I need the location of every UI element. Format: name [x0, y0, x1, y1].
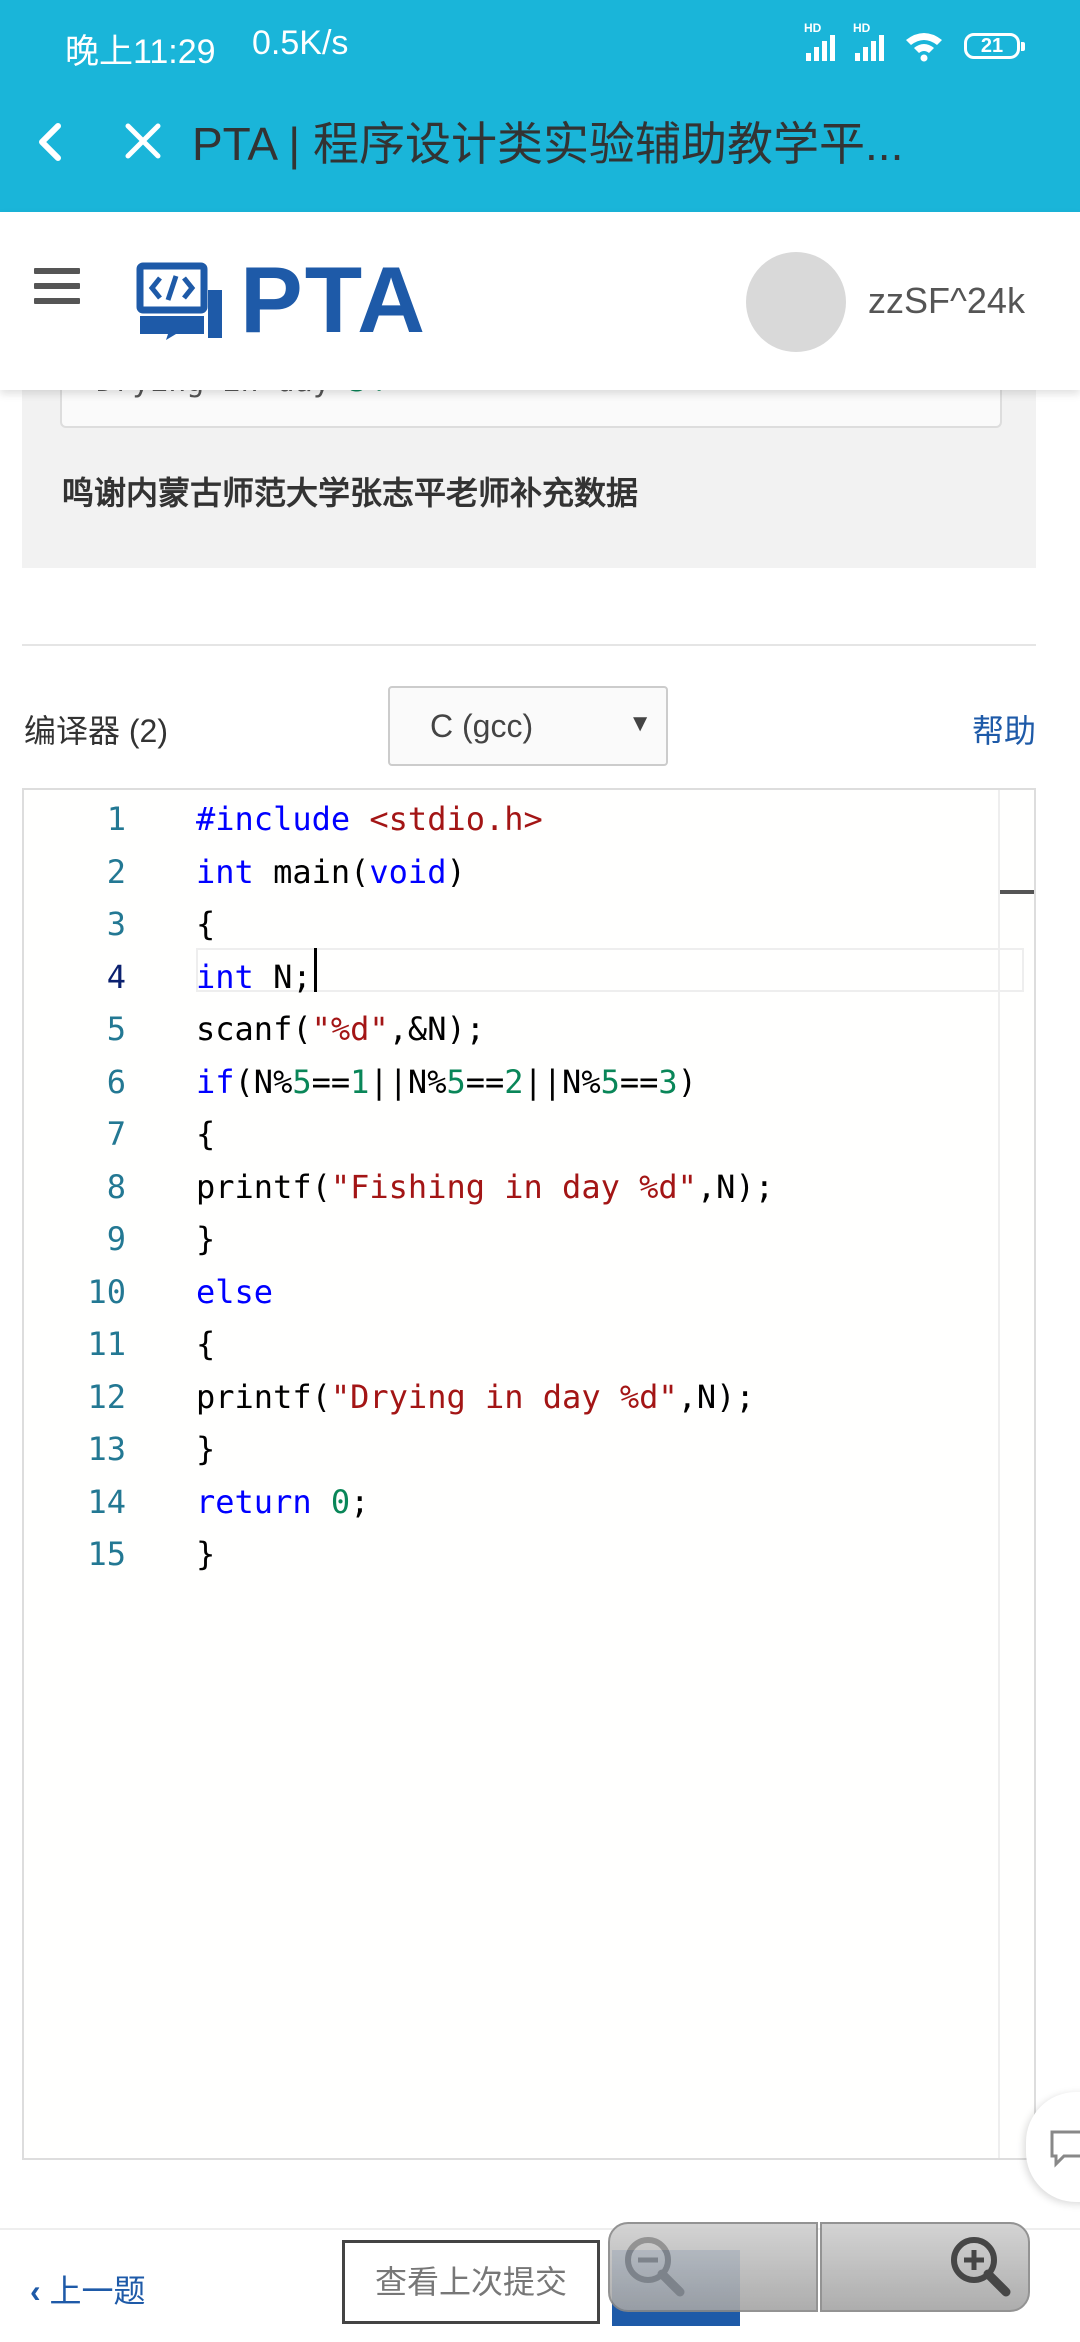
signal-icon-2: HD — [853, 21, 884, 61]
site-logo[interactable]: PTA — [136, 247, 428, 352]
overview-ruler-marker — [1000, 890, 1034, 894]
zoom-in-icon — [951, 2237, 1011, 2297]
code-line[interactable]: printf("Drying in day %d",N); — [196, 1378, 755, 1416]
line-number: 15 — [87, 1535, 126, 1573]
status-time: 晚上11:29 — [65, 33, 216, 71]
line-number: 1 — [106, 800, 126, 838]
code-line[interactable]: printf("Fishing in day %d",N); — [196, 1168, 774, 1206]
signal-hd-label: HD — [804, 21, 822, 35]
line-number: 13 — [87, 1430, 126, 1468]
line-number: 9 — [106, 1220, 126, 1258]
compiler-select[interactable]: C (gcc) ▼ — [388, 686, 668, 766]
view-last-submission-button[interactable]: 查看上次提交 — [342, 2240, 600, 2324]
line-number: 3 — [106, 905, 126, 943]
code-line[interactable]: return 0; — [196, 1483, 369, 1521]
thanks-note: 鸣谢内蒙古师范大学张志平老师补充数据 — [62, 475, 639, 511]
code-editor[interactable]: 1 2 3 4 5 6 7 8 9 10 11 12 13 14 15 #include <stdio.h>… — [22, 788, 1036, 2160]
line-number: 10 — [87, 1272, 126, 1311]
compiler-selected-value: C (gcc) — [430, 708, 534, 744]
code-line[interactable]: int N; — [196, 958, 312, 996]
code-line[interactable]: int main(void) — [196, 853, 466, 891]
back-icon[interactable] — [28, 112, 72, 172]
code-line[interactable]: else — [196, 1273, 273, 1311]
code-line[interactable]: } — [196, 1220, 215, 1258]
feedback-icon — [1050, 2130, 1080, 2168]
help-link[interactable]: 帮助 — [972, 706, 1036, 752]
text-cursor — [314, 948, 317, 992]
avatar[interactable] — [746, 252, 846, 352]
code-line[interactable]: { — [196, 905, 215, 943]
signal-icon: HD — [804, 21, 835, 61]
code-line[interactable]: { — [196, 1325, 215, 1363]
signal-hd-label-2: HD — [853, 21, 871, 35]
zoom-in-button[interactable] — [820, 2222, 1030, 2312]
status-network-speed: 0.5K/s — [252, 24, 349, 62]
zoom-out-icon — [625, 2237, 685, 2297]
line-number: 14 — [87, 1482, 126, 1521]
prev-problem-link[interactable]: ‹ 上一题 — [30, 2266, 146, 2312]
code-line[interactable]: } — [196, 1430, 215, 1468]
close-icon[interactable] — [118, 112, 170, 172]
current-line-highlight — [196, 948, 1024, 992]
code-line[interactable]: { — [196, 1115, 215, 1153]
logo-text: PTA — [240, 247, 428, 352]
line-number: 6 — [106, 1062, 126, 1101]
line-number: 11 — [87, 1325, 126, 1363]
menu-icon[interactable] — [34, 268, 80, 304]
logo-icon — [136, 262, 222, 340]
line-number: 2 — [106, 852, 126, 891]
username[interactable]: zzSF^24k — [868, 280, 1025, 322]
chevron-left-icon: ‹ — [30, 2273, 50, 2309]
editor-scrollbar[interactable] — [998, 790, 1000, 2158]
wifi-icon — [906, 33, 942, 62]
line-number-gutter: 1 2 3 4 5 6 7 8 9 10 11 12 13 14 15 — [24, 790, 144, 2158]
code-line[interactable]: } — [196, 1535, 215, 1573]
divider — [22, 644, 1036, 646]
status-icons: HD HD 21 — [804, 21, 1025, 66]
battery-icon: 21 — [964, 33, 1025, 59]
line-number: 5 — [106, 1010, 126, 1048]
line-number: 4 — [106, 957, 126, 996]
line-number: 7 — [106, 1115, 126, 1153]
compiler-label: 编译器 (2) — [24, 713, 169, 749]
caret-down-icon: ▼ — [628, 710, 652, 737]
code-line[interactable]: scanf("%d",&N); — [196, 1010, 485, 1048]
prev-problem-label: 上一题 — [49, 2273, 146, 2309]
battery-level: 21 — [980, 34, 1004, 57]
zoom-out-button[interactable] — [608, 2222, 818, 2312]
code-line[interactable]: if(N%5==1||N%5==2||N%5==3) — [196, 1063, 697, 1101]
code-line[interactable]: #include <stdio.h> — [196, 800, 543, 838]
page-title: PTA | 程序设计类实验辅助教学平... — [192, 118, 904, 170]
line-number: 12 — [87, 1377, 126, 1416]
line-number: 8 — [106, 1167, 126, 1206]
